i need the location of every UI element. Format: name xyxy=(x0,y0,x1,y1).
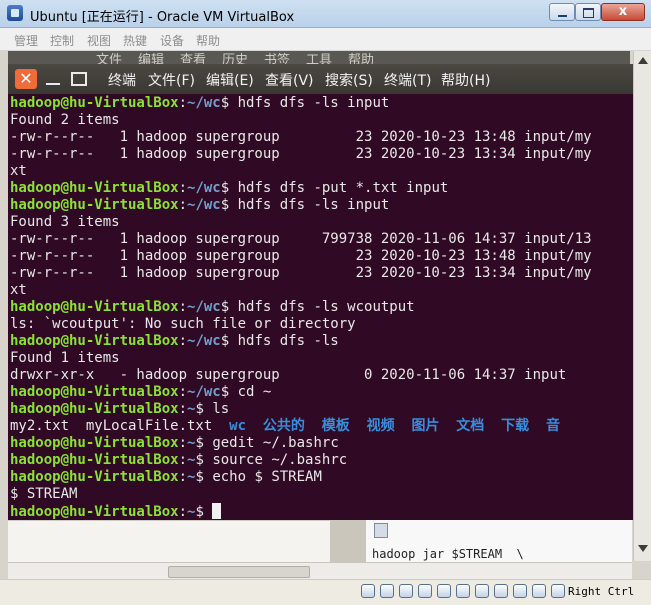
scrollbar-thumb[interactable] xyxy=(168,566,310,578)
background-divider xyxy=(330,520,366,562)
terminal-line: -rw-r--r-- 1 hadoop supergroup 23 2020-1… xyxy=(10,146,592,162)
horizontal-scrollbar[interactable] xyxy=(8,562,632,580)
close-button[interactable]: x xyxy=(601,3,645,21)
terminal-titlebar: ✕ 终端 文件(F) 编辑(E) 查看(V) 搜索(S) 终端(T) 帮助(H) xyxy=(8,64,633,94)
terminal-minimize-icon[interactable] xyxy=(46,83,60,85)
maximize-button[interactable] xyxy=(575,3,601,21)
network-icon[interactable] xyxy=(418,584,432,598)
terminal-cursor xyxy=(212,503,222,519)
terminal-menu-edit[interactable]: 编辑(E) xyxy=(206,70,254,90)
menu-manage[interactable]: 管理 xyxy=(14,32,38,49)
terminal-line: hadoop@hu-VirtualBox:~$ echo $ STREAM xyxy=(10,469,322,485)
terminal-line: Found 1 items xyxy=(10,350,120,366)
display-icon[interactable] xyxy=(475,584,489,598)
terminal-menu-view[interactable]: 查看(V) xyxy=(265,70,314,90)
menu-help[interactable]: 帮助 xyxy=(196,32,220,49)
close-icon: x xyxy=(618,4,628,19)
terminal-line: $ STREAM xyxy=(10,486,78,502)
scroll-down-icon[interactable] xyxy=(638,545,648,552)
terminal-line: Found 2 items xyxy=(10,112,120,128)
terminal-line: -rw-r--r-- 1 hadoop supergroup 799738 20… xyxy=(10,231,592,247)
terminal-line: hadoop@hu-VirtualBox:~$ gedit ~/.bashrc xyxy=(10,435,339,451)
background-text-editor: hadoop jar $STREAM \ xyxy=(366,520,632,562)
hard-disk-icon[interactable] xyxy=(361,584,375,598)
terminal-line: hadoop@hu-VirtualBox:~$ source ~/.bashrc xyxy=(10,452,348,468)
usb-icon[interactable] xyxy=(437,584,451,598)
terminal-prompt-line[interactable]: hadoop@hu-VirtualBox:~$ xyxy=(10,503,222,520)
terminal-line: hadoop@hu-VirtualBox:~/wc$ hdfs dfs -ls … xyxy=(10,299,415,315)
terminal-line: -rw-r--r-- 1 hadoop supergroup 23 2020-1… xyxy=(10,129,592,145)
terminal-line: hadoop@hu-VirtualBox:~/wc$ hdfs dfs -ls xyxy=(10,333,339,349)
keyboard-capture-icon[interactable] xyxy=(551,584,565,598)
terminal-close-button[interactable]: ✕ xyxy=(15,69,37,89)
terminal-line: drwxr-xr-x - hadoop supergroup 0 2020-11… xyxy=(10,367,567,383)
terminal-line: hadoop@hu-VirtualBox:~/wc$ hdfs dfs -ls … xyxy=(10,197,390,213)
terminal-menu-file[interactable]: 文件(F) xyxy=(148,70,195,90)
terminal-line: xt xyxy=(10,163,27,179)
background-window-left xyxy=(8,520,330,563)
close-icon: ✕ xyxy=(19,69,33,88)
cpu-icon[interactable] xyxy=(532,584,546,598)
vbox-titlebar: Ubuntu [正在运行] - Oracle VM VirtualBox x xyxy=(0,0,651,28)
minimize-button[interactable] xyxy=(549,3,575,21)
terminal-line: hadoop@hu-VirtualBox:~/wc$ cd ~ xyxy=(10,384,272,400)
terminal-maximize-icon[interactable] xyxy=(71,72,87,86)
audio-icon[interactable] xyxy=(399,584,413,598)
terminal-line: my2.txt myLocalFile.txt wc 公共的 模板 视频 图片 … xyxy=(10,418,561,434)
window-title: Ubuntu [正在运行] - Oracle VM VirtualBox xyxy=(30,10,295,25)
terminal-line: ls: `wcoutput': No such file or director… xyxy=(10,316,356,332)
drag-drop-icon[interactable] xyxy=(513,584,527,598)
terminal-line: Found 3 items xyxy=(10,214,120,230)
terminal-menu-terminal-t[interactable]: 终端(T) xyxy=(384,70,431,90)
scroll-up-icon[interactable] xyxy=(638,57,648,64)
terminal-line: -rw-r--r-- 1 hadoop supergroup 23 2020-1… xyxy=(10,265,592,281)
terminal-line: xt xyxy=(10,282,27,298)
video-capture-icon[interactable] xyxy=(494,584,508,598)
terminal-line: -rw-r--r-- 1 hadoop supergroup 23 2020-1… xyxy=(10,248,592,264)
terminal-menu-help[interactable]: 帮助(H) xyxy=(441,70,490,90)
terminal-line: hadoop@hu-VirtualBox:~/wc$ hdfs dfs -put… xyxy=(10,180,449,196)
vertical-scrollbar[interactable] xyxy=(633,51,651,561)
vbox-menubar: 管理 控制 视图 热键 设备 帮助 xyxy=(0,28,651,51)
shared-folder-icon[interactable] xyxy=(456,584,470,598)
editor-text: hadoop jar $STREAM \ xyxy=(372,547,524,561)
virtualbox-app-icon xyxy=(7,5,23,21)
host-key-label: Right Ctrl xyxy=(568,585,635,598)
menu-devices[interactable]: 设备 xyxy=(160,32,184,49)
optical-drive-icon[interactable] xyxy=(380,584,394,598)
terminal-menu-search[interactable]: 搜索(S) xyxy=(325,70,373,90)
menu-view[interactable]: 视图 xyxy=(87,32,111,49)
terminal-output[interactable]: hadoop@hu-VirtualBox:~/wc$ hdfs dfs -ls … xyxy=(10,94,633,520)
terminal-menu-terminal[interactable]: 终端 xyxy=(108,70,136,90)
menu-control[interactable]: 控制 xyxy=(50,32,74,49)
menu-hotkey[interactable]: 热键 xyxy=(123,32,147,49)
vbox-statusbar: Right Ctrl xyxy=(0,579,651,605)
terminal-line: hadoop@hu-VirtualBox:~$ ls xyxy=(10,401,230,417)
terminal-window[interactable]: ✕ 终端 文件(F) 编辑(E) 查看(V) 搜索(S) 终端(T) 帮助(H)… xyxy=(8,64,633,520)
document-icon xyxy=(374,523,388,538)
terminal-line: hadoop@hu-VirtualBox:~/wc$ hdfs dfs -ls … xyxy=(10,95,390,111)
